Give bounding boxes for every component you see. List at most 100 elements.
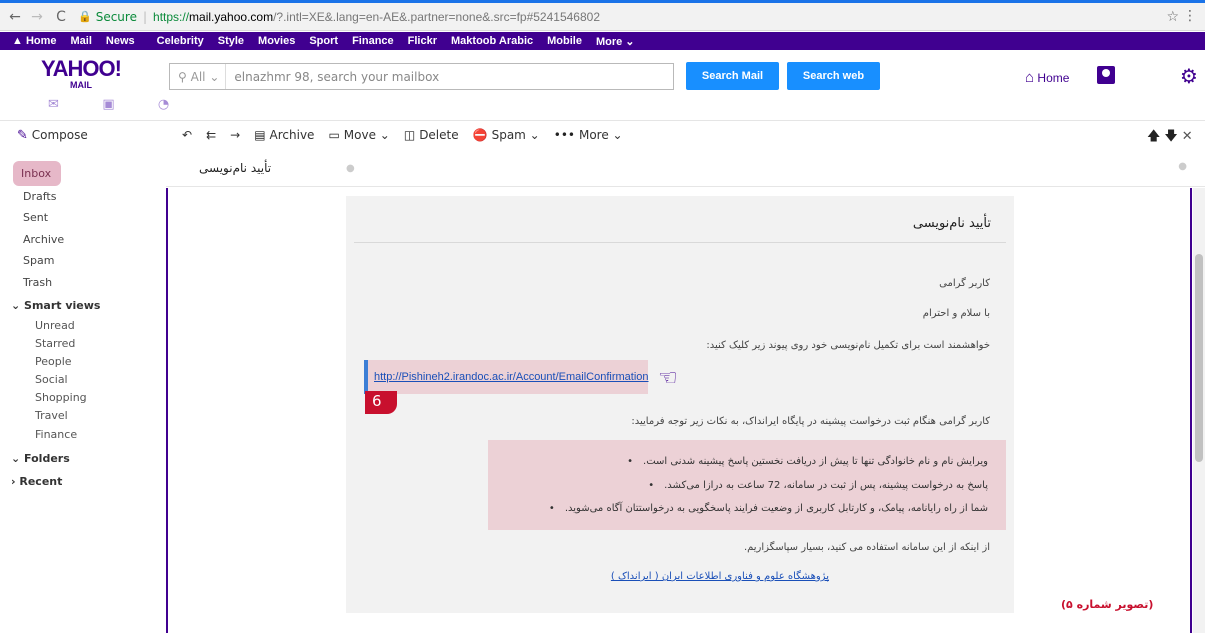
logo-text: YAHOO! <box>41 56 122 81</box>
smart-view-social[interactable]: Social <box>35 373 68 386</box>
move-label: Move ⌄ <box>343 128 390 142</box>
folders-toggle[interactable]: ⌄ Folders <box>11 452 70 465</box>
profile-icon[interactable] <box>1097 66 1115 84</box>
archive-button[interactable]: ▤ Archive <box>254 128 314 142</box>
smart-view-finance[interactable]: Finance <box>35 428 77 441</box>
folder-spam[interactable]: Spam <box>23 254 54 267</box>
nav-sport[interactable]: Sport <box>309 35 338 47</box>
next-message-icon[interactable]: 🡇 <box>1164 129 1181 144</box>
url-scheme: https:// <box>153 9 190 24</box>
search-mail-button[interactable]: Search Mail <box>686 62 779 90</box>
smart-view-starred[interactable]: Starred <box>35 337 75 350</box>
folder-sent[interactable]: Sent <box>23 211 48 224</box>
delete-label: Delete <box>419 128 459 142</box>
irandoc-link[interactable]: پژوهشگاه علوم و فناوری اطلاعات ایران ( ا… <box>611 571 829 582</box>
pointing-hand-icon: ☜ <box>658 366 678 391</box>
email-salutation: با سلام و احترام <box>922 308 990 319</box>
smart-view-people[interactable]: People <box>35 355 72 368</box>
search-scope-dropdown[interactable]: ⚲ All ⌄ <box>170 64 227 89</box>
back-icon[interactable]: ← <box>8 9 22 25</box>
more-button[interactable]: ••• More ⌄ <box>554 128 623 142</box>
ellipsis-icon: ••• <box>553 128 575 142</box>
nav-home-label: Home <box>25 35 57 47</box>
folder-drafts[interactable]: Drafts <box>23 190 56 203</box>
message-navigation: 🡅🡇✕ <box>1147 127 1197 149</box>
folder-archive[interactable]: Archive <box>23 233 64 246</box>
house-icon: ⌂ <box>1025 69 1035 86</box>
nav-movies[interactable]: Movies <box>258 35 295 47</box>
nav-celebrity[interactable]: Celebrity <box>157 35 204 47</box>
unread-dot-icon[interactable]: ● <box>346 163 355 174</box>
search-box[interactable]: ⚲ All ⌄ elnazhmr 98, search your mailbox <box>169 63 674 90</box>
smart-views-toggle[interactable]: ⌄ Smart views <box>11 299 100 312</box>
trash-icon: ◫ <box>403 128 416 142</box>
mail-header: YAHOO! MAIL ✉ ▣ ◔ ⚲ All ⌄ elnazhmr 98, se… <box>0 50 1205 118</box>
search-input[interactable]: elnazhmr 98, search your mailbox <box>226 70 439 84</box>
reload-icon[interactable]: C <box>54 9 68 25</box>
yahoo-mail-logo[interactable]: YAHOO! MAIL <box>36 56 126 91</box>
reply-icon[interactable]: ↶ <box>182 128 192 142</box>
note-item: شما از راه رایانامه، پیامک، و کارتابل کا… <box>549 503 988 514</box>
folder-inbox[interactable]: Inbox <box>13 161 61 186</box>
folder-trash[interactable]: Trash <box>23 276 52 289</box>
home-link[interactable]: ⌂ Home <box>1025 69 1069 86</box>
gear-icon[interactable]: ⚙ <box>1180 64 1198 88</box>
reading-pane-right-border <box>1190 188 1192 633</box>
compose-button[interactable]: ✎ Compose <box>17 128 88 143</box>
address-bar[interactable]: https://mail.yahoo.com/?.intl=XE&.lang=e… <box>153 10 600 24</box>
browser-menu-icon[interactable]: ⋮ <box>1183 8 1197 24</box>
previous-message-icon[interactable]: 🡅 <box>1147 129 1164 144</box>
forward-icon[interactable]: → <box>230 128 240 142</box>
nav-home[interactable]: ▲ Home <box>12 35 57 47</box>
spam-button[interactable]: ⛔ Spam ⌄ <box>473 128 540 142</box>
nav-mail[interactable]: Mail <box>71 35 92 47</box>
recent-toggle[interactable]: › Recent <box>11 475 62 488</box>
nav-style[interactable]: Style <box>218 35 244 47</box>
smart-view-travel[interactable]: Travel <box>35 409 68 422</box>
shield-icon: ⛔ <box>472 128 488 142</box>
folder-sidebar: Inbox Drafts Sent Archive Spam Trash ⌄ S… <box>0 150 165 633</box>
note-item: ویرایش نام و نام خانوادگی تنها تا پیش از… <box>627 456 988 467</box>
browser-toolbar: ← → C 🔒 Secure | https://mail.yahoo.com/… <box>0 3 1205 31</box>
thanks-text: از اینکه از این سامانه استفاده می کنید، … <box>743 542 990 553</box>
smart-view-unread[interactable]: Unread <box>35 319 75 332</box>
email-instruction: خواهشمند است برای تکمیل نام‌نویسی خود رو… <box>706 340 990 351</box>
smart-view-shopping[interactable]: Shopping <box>35 391 87 404</box>
bookmark-star-icon[interactable]: ☆ <box>1166 9 1179 25</box>
pin-icon[interactable]: ● <box>1178 161 1187 172</box>
close-icon[interactable]: ✕ <box>1182 129 1197 144</box>
nav-maktoob-arabic[interactable]: Maktoob Arabic <box>451 35 533 47</box>
archive-icon: ▤ <box>254 128 266 142</box>
scrollbar-thumb[interactable] <box>1195 254 1203 462</box>
mail-icon[interactable]: ✉ <box>26 97 81 112</box>
folders-label: Folders <box>24 452 70 465</box>
calendar-icon[interactable]: ◔ <box>136 97 191 112</box>
lock-icon: 🔒 <box>78 10 92 23</box>
notes-box: ویرایش نام و نام خانوادگی تنها تا پیش از… <box>488 440 1006 530</box>
chevron-down-icon: ⌄ <box>11 299 25 312</box>
url-host: mail.yahoo.com <box>189 9 274 24</box>
title-divider <box>354 242 1006 243</box>
nav-finance[interactable]: Finance <box>352 35 394 47</box>
move-button[interactable]: ▭ Move ⌄ <box>328 128 389 142</box>
message-toolbar: ✎ Compose ↶ ⇇ → ▤ Archive ▭ Move ⌄ ◫ Delete… <box>0 120 1205 150</box>
archive-label: Archive <box>269 128 315 142</box>
search-web-button[interactable]: Search web <box>787 62 880 90</box>
message-actions: ↶ ⇇ → ▤ Archive ▭ Move ⌄ ◫ Delete ⛔ Spam ⌄ •… <box>182 128 637 142</box>
nav-news[interactable]: News <box>106 35 135 47</box>
delete-button[interactable]: ◫ Delete <box>404 128 459 142</box>
spam-label: Spam ⌄ <box>491 128 540 142</box>
nav-flickr[interactable]: Flickr <box>408 35 437 47</box>
reading-pane-left-border <box>166 188 168 633</box>
url-separator: | <box>142 9 148 24</box>
forward-icon[interactable]: → <box>30 9 44 25</box>
nav-more[interactable]: More ⌄ <box>596 35 635 48</box>
figure-caption: (تصویر شماره ۵) <box>1061 598 1154 611</box>
chevron-down-icon: ⌄ <box>11 452 25 465</box>
secure-label: Secure <box>95 9 137 24</box>
contacts-icon[interactable]: ▣ <box>81 97 136 112</box>
email-title: تأیید نام‌نویسی <box>912 216 991 231</box>
nav-mobile[interactable]: Mobile <box>547 35 582 47</box>
confirmation-link[interactable]: http://Pishineh2.irandoc.ac.ir/Account/E… <box>374 371 649 383</box>
reply-all-icon[interactable]: ⇇ <box>206 128 216 142</box>
